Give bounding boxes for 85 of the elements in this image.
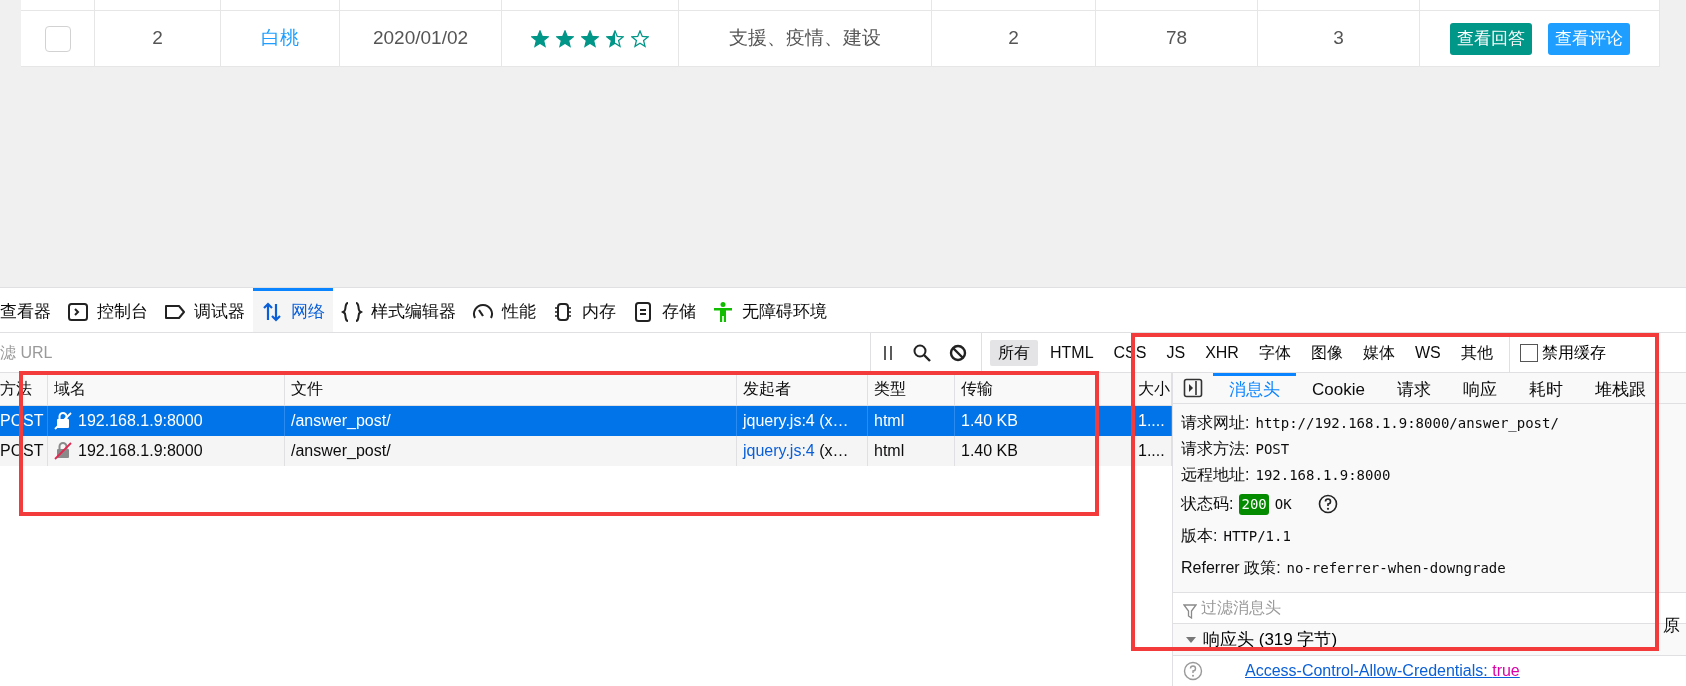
- type-filter-button[interactable]: WS: [1406, 339, 1449, 366]
- chip-icon: [552, 300, 574, 323]
- type-filter-button[interactable]: HTML: [1042, 339, 1102, 366]
- help-icon: [1183, 661, 1203, 681]
- panel-tab[interactable]: 响应: [1446, 373, 1513, 404]
- table-cell-text: 3: [1333, 26, 1344, 51]
- field-value: http://192.168.1.9:8000/answer_post/: [1255, 413, 1559, 434]
- field-value: HTTP/1.1: [1223, 526, 1291, 546]
- table-cell-text: /answer_post/: [291, 441, 391, 461]
- table-cell-text: 2: [152, 26, 163, 51]
- devtools-tab[interactable]: 调试器: [156, 288, 253, 332]
- star-icon: [531, 29, 549, 48]
- checkbox-label: 禁用缓存: [1541, 342, 1606, 363]
- field-label: 远程地址:: [1181, 465, 1250, 486]
- field-value: OK: [1274, 494, 1292, 514]
- star-icon: [556, 29, 574, 48]
- field-label: 请求网址:: [1181, 413, 1250, 434]
- person-icon: [712, 300, 734, 323]
- type-filter-button[interactable]: 所有: [990, 339, 1038, 366]
- star-icon: [606, 29, 624, 48]
- devtools-tab[interactable]: 性能: [464, 288, 544, 332]
- table-cell-text: 2: [1008, 26, 1019, 51]
- table-cell-text: 78: [1165, 26, 1188, 51]
- status-badge: 200: [1239, 493, 1269, 515]
- header-entry: Access-Control-Allow-Credentials: true: [1245, 661, 1520, 681]
- field-value: POST: [1255, 439, 1290, 459]
- table-cell-text: 1.40 KB: [961, 441, 1018, 461]
- panel-tab[interactable]: 堆栈跟: [1578, 373, 1662, 404]
- field-label: 版本:: [1181, 526, 1218, 547]
- filter-icon: [1183, 604, 1197, 620]
- type-filter-button[interactable]: 图像: [1302, 339, 1351, 366]
- table-cell-text: jquery.js:4 (x…: [743, 411, 849, 431]
- table-cell-text: 192.168.1.9:8000: [78, 411, 203, 431]
- panel-tab[interactable]: 请求: [1380, 373, 1447, 404]
- column-header[interactable]: 发起者: [737, 373, 868, 405]
- table-cell-text: html: [874, 441, 905, 461]
- braces-icon: [341, 300, 363, 323]
- devtools-tab[interactable]: 控制台: [59, 288, 156, 332]
- field-label: 状态码:: [1181, 494, 1234, 515]
- help-icon: [1317, 494, 1338, 515]
- column-header[interactable]: 类型: [868, 373, 955, 405]
- table-cell-text: 2020/01/02: [372, 26, 469, 51]
- panel-tab[interactable]: 耗时: [1512, 373, 1579, 404]
- column-header[interactable]: 文件: [285, 373, 737, 405]
- devtools-tab[interactable]: 查看器: [0, 288, 59, 332]
- insecure-lock-icon: [54, 411, 72, 431]
- field-value: 192.168.1.9:8000: [1255, 465, 1391, 485]
- devtools-tab[interactable]: 网络: [253, 288, 333, 332]
- type-filter-button[interactable]: 字体: [1250, 339, 1299, 366]
- star-icon: [631, 29, 649, 48]
- column-header[interactable]: 域名: [48, 373, 285, 405]
- field-label: Referrer 政策:: [1181, 558, 1281, 579]
- type-filter-button[interactable]: XHR: [1197, 339, 1247, 366]
- console-icon: [67, 300, 89, 323]
- table-cell-text: 1....: [1138, 441, 1165, 461]
- devtools-tab[interactable]: 内存: [544, 288, 624, 332]
- type-filter-button[interactable]: 其他: [1452, 339, 1501, 366]
- field-label: 请求方法:: [1181, 439, 1250, 460]
- table-cell-text: 1....: [1138, 411, 1165, 431]
- sidebar-toggle-icon: [1183, 378, 1203, 398]
- pause-icon: [881, 343, 895, 362]
- panel-tab[interactable]: Cookie: [1296, 373, 1381, 404]
- view-answers-button[interactable]: 查看回答: [1449, 22, 1532, 55]
- table-cell-text: jquery.js:4 (x…: [743, 441, 849, 461]
- devtools-tab[interactable]: 存储: [624, 288, 704, 332]
- search-icon: [913, 343, 931, 362]
- table-cell-text: 192.168.1.9:8000: [78, 441, 203, 461]
- star-icon: [581, 29, 599, 48]
- section-heading[interactable]: 响应头 (319 字节): [1203, 626, 1338, 653]
- block-icon: [949, 343, 967, 362]
- devtools-tab[interactable]: 无障碍环境: [704, 288, 835, 332]
- table-cell-text: 1.40 KB: [961, 411, 1018, 431]
- column-header[interactable]: 传输: [955, 373, 1132, 405]
- type-filter-button[interactable]: 媒体: [1354, 339, 1403, 366]
- insecure-lock-icon: [54, 441, 72, 461]
- checkbox[interactable]: [1519, 343, 1538, 362]
- table-cell-text: /answer_post/: [291, 411, 391, 431]
- panel-tab[interactable]: 消息头: [1213, 373, 1296, 404]
- table-cell-text: 支援、疫情、建设: [729, 26, 881, 51]
- type-filter-button[interactable]: JS: [1158, 339, 1194, 366]
- storage-icon: [632, 300, 654, 323]
- devtools-tab[interactable]: 样式编辑器: [333, 288, 464, 332]
- field-value: no-referrer-when-downgrade: [1286, 558, 1506, 578]
- table-cell-text: html: [874, 411, 905, 431]
- arrows-icon: [261, 300, 283, 323]
